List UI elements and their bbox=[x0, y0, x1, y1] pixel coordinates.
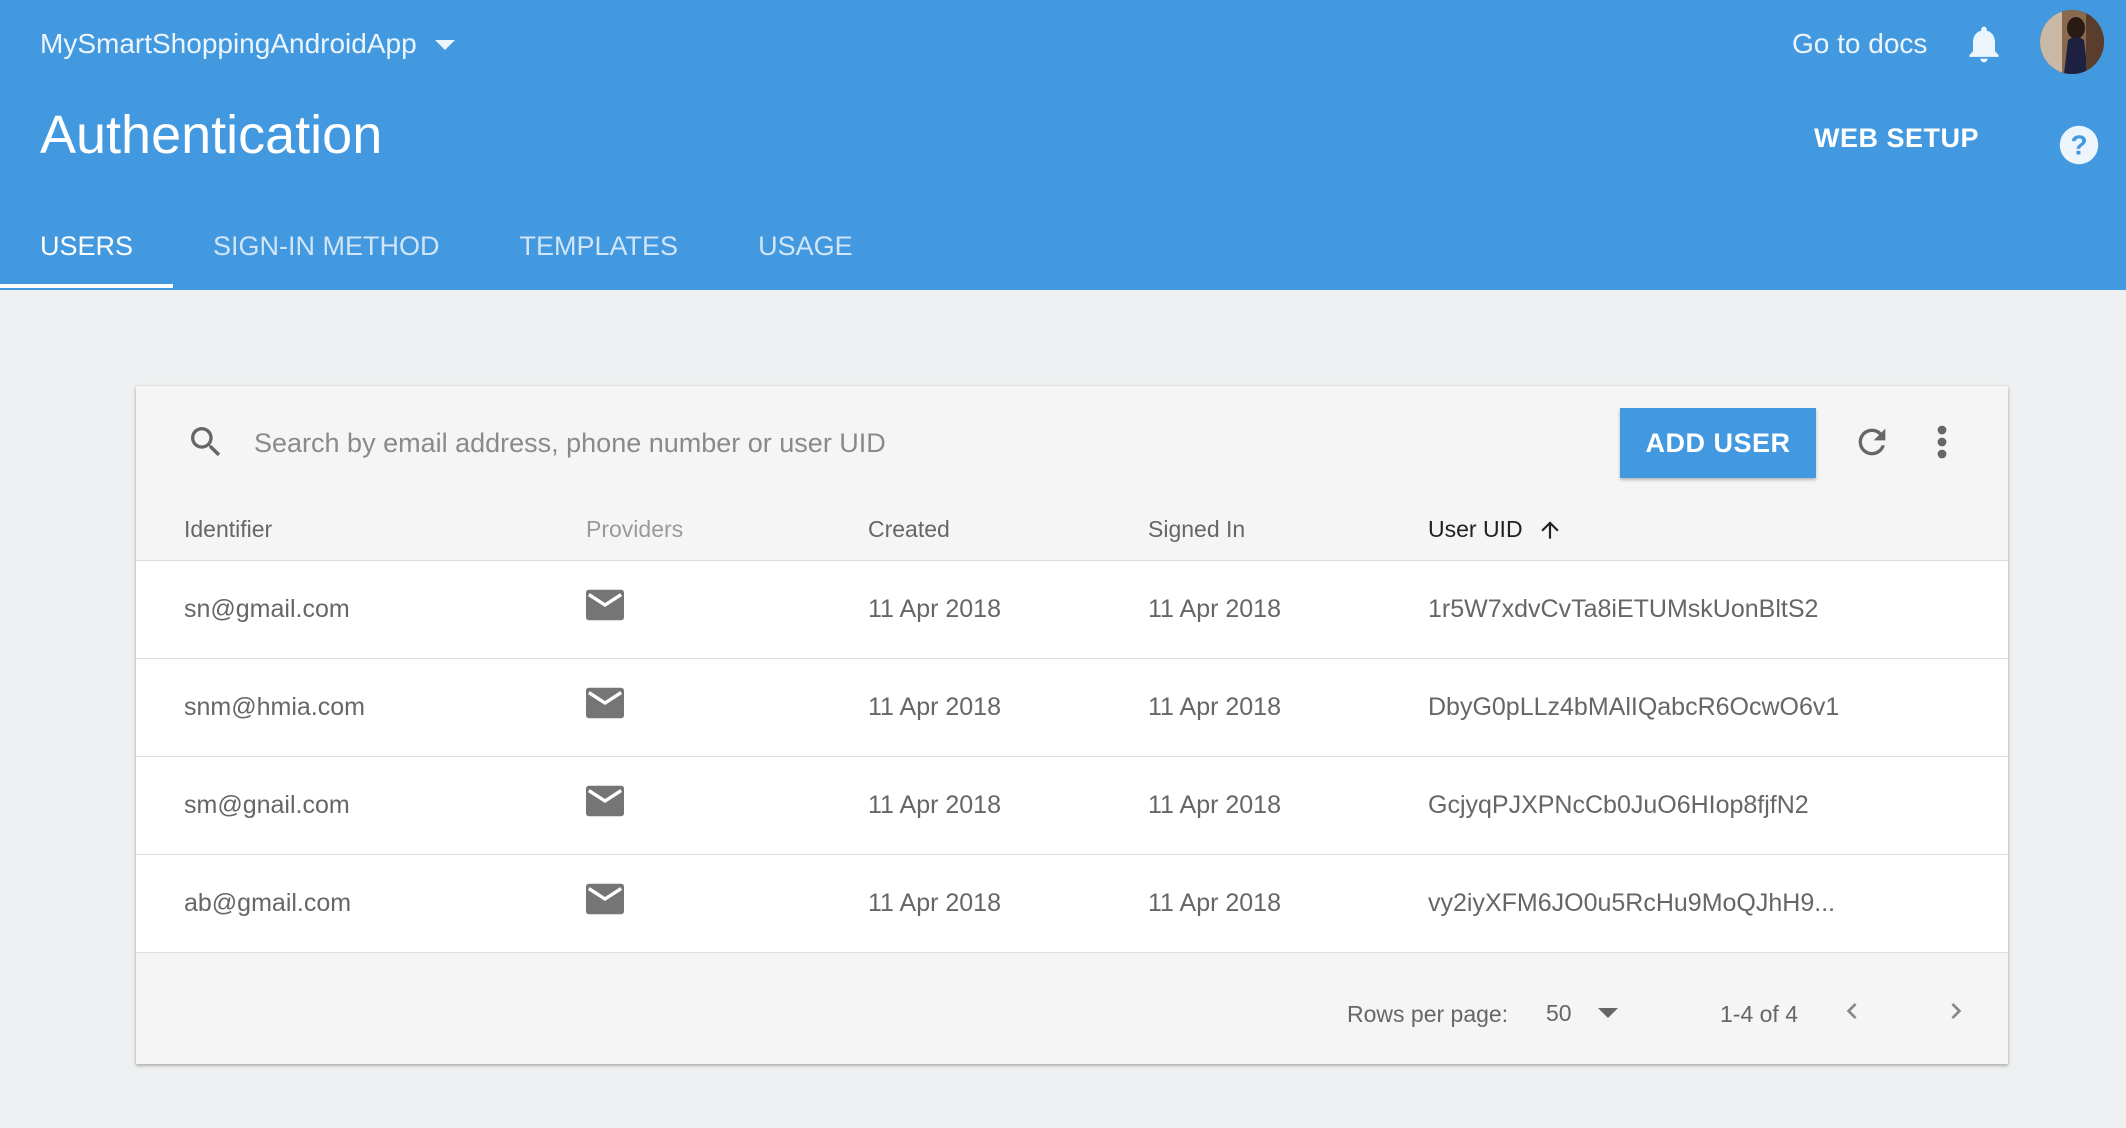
signed-in-cell: 11 Apr 2018 bbox=[1148, 693, 1281, 721]
chevron-down-icon bbox=[1597, 1008, 1618, 1018]
refresh-icon[interactable] bbox=[1852, 422, 1892, 462]
tab-templates[interactable]: TEMPLATES bbox=[480, 216, 719, 290]
identifier-cell: ab@gmail.com bbox=[184, 889, 352, 917]
email-icon bbox=[586, 785, 624, 817]
project-selector[interactable]: MySmartShoppingAndroidApp bbox=[40, 24, 455, 64]
column-identifier[interactable]: Identifier bbox=[184, 499, 272, 560]
arrow-up-icon bbox=[1540, 520, 1559, 539]
search-input[interactable] bbox=[252, 416, 1156, 470]
notifications-bell-icon[interactable] bbox=[1962, 20, 2006, 68]
created-cell: 11 Apr 2018 bbox=[868, 791, 1001, 819]
tab-sign-in-method[interactable]: SIGN-IN METHOD bbox=[173, 216, 480, 290]
created-cell: 11 Apr 2018 bbox=[868, 693, 1001, 721]
column-user-uid[interactable]: User UID bbox=[1428, 499, 1563, 560]
table-row[interactable]: sm@gnail.com 11 Apr 2018 11 Apr 2018 Gcj… bbox=[136, 757, 2008, 855]
signed-in-cell: 11 Apr 2018 bbox=[1148, 791, 1281, 819]
search-icon bbox=[191, 427, 221, 457]
rows-per-page-select[interactable]: 50 bbox=[1546, 995, 1618, 1031]
table-row[interactable]: sn@gmail.com 11 Apr 2018 11 Apr 2018 1r5… bbox=[136, 561, 2008, 659]
tab-users[interactable]: USERS bbox=[0, 216, 174, 290]
created-cell: 11 Apr 2018 bbox=[868, 889, 1001, 917]
avatar-photo bbox=[2040, 10, 2104, 74]
signed-in-cell: 11 Apr 2018 bbox=[1148, 595, 1281, 623]
identifier-cell: sn@gmail.com bbox=[184, 595, 350, 623]
table-row[interactable]: ab@gmail.com 11 Apr 2018 11 Apr 2018 vy2… bbox=[136, 855, 2008, 953]
identifier-cell: snm@hmia.com bbox=[184, 693, 365, 721]
created-cell: 11 Apr 2018 bbox=[868, 595, 1001, 623]
email-icon bbox=[586, 883, 624, 915]
svg-text:?: ? bbox=[2070, 130, 2087, 161]
go-to-docs-link[interactable]: Go to docs bbox=[1792, 24, 1927, 64]
rows-per-page-value: 50 bbox=[1546, 999, 1572, 1026]
users-toolbar: ADD USER bbox=[136, 386, 2008, 500]
column-providers: Providers bbox=[586, 516, 684, 542]
identifier-cell: sm@gnail.com bbox=[184, 791, 350, 819]
table-header: Identifier Providers Created Signed In U… bbox=[136, 499, 2008, 561]
app-header: MySmartShoppingAndroidApp Go to docs Aut… bbox=[0, 0, 2126, 290]
user-uid-cell: GcjyqPJXPNcCb0JuO6HIop8fjfN2 bbox=[1428, 791, 1809, 819]
table-row[interactable]: snm@hmia.com 11 Apr 2018 11 Apr 2018 Dby… bbox=[136, 659, 2008, 757]
help-icon[interactable]: ? bbox=[2058, 124, 2100, 166]
pagination-range: 1-4 of 4 bbox=[1720, 1001, 1798, 1027]
signed-in-cell: 11 Apr 2018 bbox=[1148, 889, 1281, 917]
email-icon bbox=[586, 687, 624, 719]
user-avatar[interactable] bbox=[2040, 10, 2104, 74]
user-uid-cell: 1r5W7xdvCvTa8iETUMskUonBltS2 bbox=[1428, 595, 1819, 623]
rows-per-page-label: Rows per page: bbox=[1347, 1001, 1509, 1027]
more-vert-icon[interactable] bbox=[1932, 422, 1952, 462]
pagination-footer: Rows per page: 50 1-4 of 4 bbox=[136, 953, 2008, 1064]
auth-tabs: USERS SIGN-IN METHOD TEMPLATES USAGE bbox=[0, 216, 893, 290]
project-name: MySmartShoppingAndroidApp bbox=[40, 28, 417, 59]
user-uid-cell: DbyG0pLLz4bMAlIQabcR6OcwO6v1 bbox=[1428, 693, 1840, 721]
add-user-button[interactable]: ADD USER bbox=[1620, 408, 1816, 478]
tab-usage[interactable]: USAGE bbox=[718, 216, 893, 290]
users-card: ADD USER Identifier Providers Created Si… bbox=[136, 386, 2008, 1064]
page-title: Authentication bbox=[40, 105, 383, 165]
web-setup-button[interactable]: WEB SETUP bbox=[1814, 118, 1979, 158]
column-signed-in[interactable]: Signed In bbox=[1148, 499, 1245, 560]
previous-page-icon[interactable] bbox=[1836, 993, 1868, 1029]
column-user-uid-label: User UID bbox=[1428, 516, 1523, 542]
user-uid-cell: vy2iyXFM6JO0u5RcHu9MoQJhH9... bbox=[1428, 889, 1836, 917]
email-icon bbox=[586, 589, 624, 621]
chevron-down-icon bbox=[434, 40, 455, 50]
column-created[interactable]: Created bbox=[868, 499, 950, 560]
next-page-icon[interactable] bbox=[1940, 993, 1972, 1029]
